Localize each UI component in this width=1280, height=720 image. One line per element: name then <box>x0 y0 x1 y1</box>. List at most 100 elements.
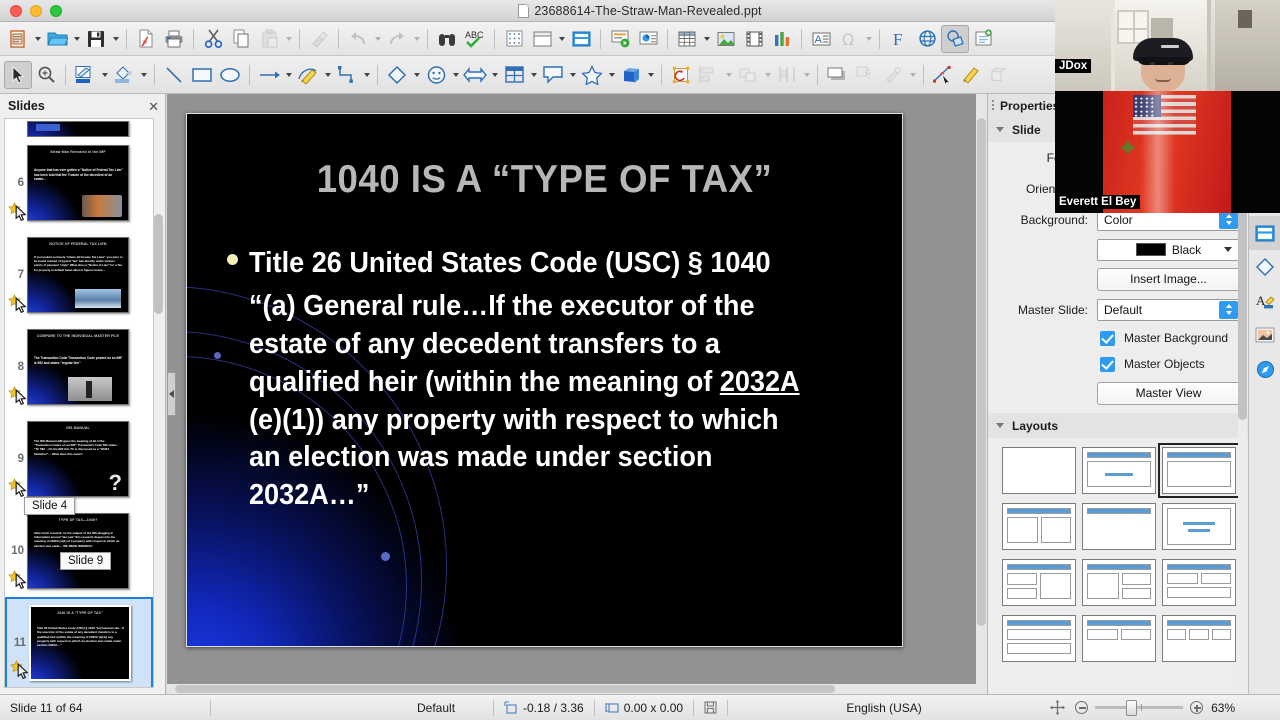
lines-and-arrows-dropdown-icon[interactable] <box>283 61 294 89</box>
find-and-replace-button[interactable] <box>433 25 461 53</box>
flowchart-dropdown-icon[interactable] <box>528 61 539 89</box>
insert-special-character-button[interactable]: Ω <box>835 25 863 53</box>
sidebar-tab-shapes[interactable] <box>1249 250 1280 284</box>
edit-area-horizontal-scrollbar[interactable] <box>167 684 976 694</box>
zoom-track[interactable] <box>1095 700 1184 716</box>
insert-chart-button[interactable] <box>768 25 796 53</box>
slide-thumbnail[interactable]: COMPARE TO THE INDIVIDUAL MASTER FILE Th… <box>27 329 129 405</box>
lines-and-arrows-button[interactable] <box>255 61 283 89</box>
insert-table-dropdown-icon[interactable] <box>701 25 712 53</box>
show-draw-functions-button[interactable] <box>941 24 969 53</box>
export-pdf-button[interactable]: P <box>132 25 160 53</box>
arrange-dropdown-icon[interactable] <box>762 61 773 89</box>
connectors-dropdown-icon[interactable] <box>361 61 372 89</box>
layout-blank[interactable] <box>1002 447 1076 494</box>
new-slide-button[interactable] <box>969 25 997 53</box>
list-item[interactable] <box>5 119 153 137</box>
sidebar-tab-styles[interactable]: A <box>1249 284 1280 318</box>
status-bar[interactable]: Slide 11 of 64 Default -0.18 / 3.36 0.00… <box>0 694 1280 720</box>
insert-image-button[interactable] <box>712 25 740 53</box>
paste-dropdown-icon[interactable] <box>283 25 294 53</box>
display-grid-button[interactable] <box>500 25 528 53</box>
master-view-button[interactable]: Master View <box>1097 381 1240 405</box>
scrollbar-thumb[interactable] <box>175 685 835 693</box>
layout-centered-text[interactable] <box>1162 503 1236 550</box>
insert-hyperlink-button[interactable] <box>913 25 941 53</box>
filter-button[interactable] <box>879 61 907 89</box>
cut-button[interactable] <box>199 25 227 53</box>
callouts-button[interactable] <box>539 61 567 89</box>
master-objects-checkbox[interactable] <box>1100 356 1115 372</box>
display-views-button[interactable] <box>528 25 556 53</box>
scrollbar-thumb[interactable] <box>154 214 163 314</box>
list-item[interactable]: 7 NOTICE OF FEDERAL TAX LIEN If you look… <box>5 229 153 321</box>
insert-image-button[interactable]: Insert Image... <box>1097 267 1240 291</box>
slides-panel[interactable]: Slides ✕ 6 Straw Man Revealed in the IMF… <box>0 94 166 694</box>
fill-color-dropdown-icon[interactable] <box>138 61 149 89</box>
display-views-dropdown-icon[interactable] <box>556 25 567 53</box>
list-item[interactable]: 6 Straw Man Revealed in the IMF Anyone t… <box>5 137 153 229</box>
layout-title-one-left-two-right[interactable] <box>1082 559 1156 606</box>
layout-title-three-b[interactable] <box>1082 615 1156 662</box>
sidebar-tab-properties[interactable] <box>1249 216 1280 250</box>
layouts-grid[interactable] <box>988 438 1248 662</box>
stars-and-banners-dropdown-icon[interactable] <box>606 61 617 89</box>
open-document-button[interactable] <box>43 25 71 53</box>
save-document-dropdown-icon[interactable] <box>110 25 121 53</box>
insert-fontwork-button[interactable]: F <box>885 25 913 53</box>
background-spinner-icon[interactable] <box>1219 210 1238 229</box>
clone-formatting-button[interactable] <box>305 25 333 53</box>
undo-button[interactable] <box>344 25 372 53</box>
save-document-button[interactable] <box>82 25 110 53</box>
new-document-dropdown-icon[interactable] <box>32 25 43 53</box>
curves-and-polygons-dropdown-icon[interactable] <box>322 61 333 89</box>
ellipse-button[interactable] <box>216 61 244 89</box>
connectors-button[interactable] <box>333 61 361 89</box>
rotate-button[interactable] <box>667 61 695 89</box>
layout-title-two-left-one-right[interactable] <box>1002 559 1076 606</box>
3d-objects-button[interactable] <box>617 61 645 89</box>
shadow-button[interactable] <box>823 61 851 89</box>
layout-title-content[interactable] <box>1082 447 1156 494</box>
arrange-button[interactable] <box>734 61 762 89</box>
block-arrows-button[interactable] <box>461 61 489 89</box>
status-fit-slide-button[interactable] <box>1040 695 1075 720</box>
status-save-state[interactable] <box>694 695 727 720</box>
align-objects-dropdown-icon[interactable] <box>723 61 734 89</box>
insert-line-button[interactable] <box>160 61 188 89</box>
slide-thumbnail[interactable]: IRS MANUAL The IRS Manual LEM gives the … <box>27 421 129 497</box>
start-from-first-slide-button[interactable] <box>606 25 634 53</box>
master-background-checkbox[interactable] <box>1100 330 1115 346</box>
line-color-button[interactable] <box>71 61 99 89</box>
zoom-and-pan-button[interactable] <box>32 61 60 89</box>
slide-edit-area[interactable]: 1040 IS A “TYPE OF TAX” Title 26 United … <box>167 94 987 694</box>
zoom-handle[interactable] <box>1126 700 1138 716</box>
sidebar-tab-navigator[interactable] <box>1249 352 1280 386</box>
flowchart-button[interactable] <box>500 61 528 89</box>
fill-color-button[interactable] <box>110 61 138 89</box>
insert-text-box-button[interactable]: A <box>807 25 835 53</box>
redo-dropdown-icon[interactable] <box>411 25 422 53</box>
open-document-dropdown-icon[interactable] <box>71 25 82 53</box>
list-item[interactable]: 9 IRS MANUAL The IRS Manual LEM gives th… <box>5 413 153 505</box>
distribute-selection-button[interactable] <box>773 61 801 89</box>
list-item[interactable]: 8 COMPARE TO THE INDIVIDUAL MASTER FILE … <box>5 321 153 413</box>
layouts-section-header[interactable]: Layouts <box>988 413 1248 438</box>
symbol-shapes-button[interactable] <box>422 61 450 89</box>
layout-title-three-a[interactable] <box>1002 615 1076 662</box>
stars-and-banners-button[interactable] <box>578 61 606 89</box>
layout-title-box[interactable] <box>1158 443 1240 498</box>
slide-title[interactable]: 1040 IS A “TYPE OF TAX” <box>246 158 843 202</box>
start-from-current-slide-button[interactable] <box>634 25 662 53</box>
slide-thumbnail[interactable] <box>27 121 129 137</box>
close-icon[interactable]: ✕ <box>148 100 159 113</box>
basic-shapes-dropdown-icon[interactable] <box>411 61 422 89</box>
layout-title-two-content[interactable] <box>1002 503 1076 550</box>
master-slide-spinner-icon[interactable] <box>1219 300 1238 319</box>
video-tile-participant-1[interactable]: JDox <box>1055 0 1280 91</box>
copy-button[interactable] <box>227 25 255 53</box>
points-button[interactable] <box>929 61 957 89</box>
3d-objects-dropdown-icon[interactable] <box>645 61 656 89</box>
edit-area-vertical-scrollbar[interactable] <box>976 94 987 694</box>
zoom-slider[interactable] <box>1075 700 1204 716</box>
